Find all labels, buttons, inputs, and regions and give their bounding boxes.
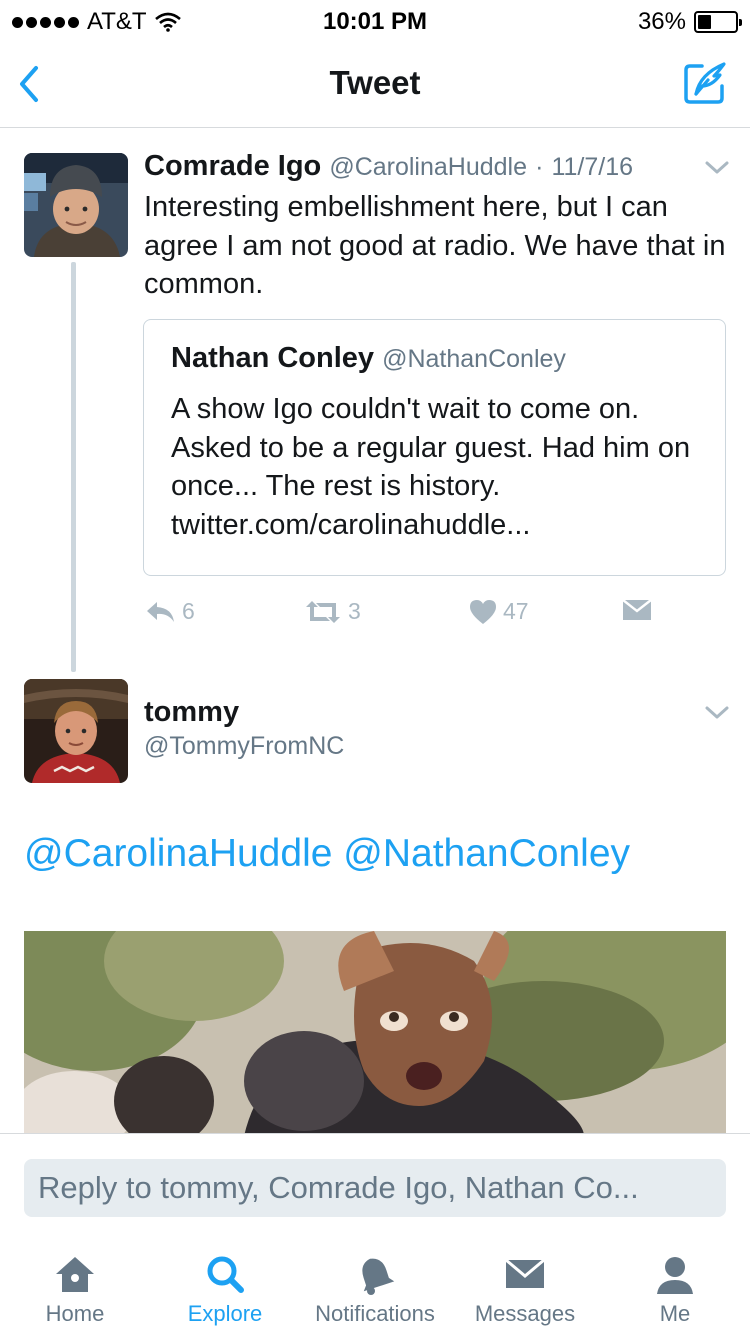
chevron-down-icon[interactable] <box>704 705 730 721</box>
tab-messages[interactable]: Messages <box>450 1234 600 1334</box>
home-icon <box>56 1257 94 1292</box>
retweet-button[interactable]: 3 <box>304 598 361 625</box>
battery-icon <box>694 11 742 33</box>
tab-home[interactable]: Home <box>0 1234 150 1334</box>
mention-link[interactable]: @CarolinaHuddle <box>24 832 332 875</box>
tweet-actions: 6 3 47 <box>144 598 734 634</box>
avatar[interactable] <box>24 153 128 257</box>
bell-icon <box>362 1258 395 1295</box>
reply-bar: Reply to tommy, Comrade Igo, Nathan Co..… <box>0 1133 750 1233</box>
quoted-author-name: Nathan Conley <box>171 342 375 374</box>
reply-icon <box>147 601 174 622</box>
tab-label: Home <box>45 1301 105 1326</box>
author-name[interactable]: tommy <box>144 696 239 729</box>
date-separator: · <box>535 153 544 181</box>
quoted-tweet-header: Nathan Conley @NathanConley <box>171 342 566 375</box>
tweet-text: @CarolinaHuddle @NathanConley <box>24 832 630 876</box>
compose-tweet-button[interactable] <box>682 60 728 106</box>
status-bar: AT&T 10:01 PM 36% <box>0 0 750 40</box>
tab-notifications[interactable]: Notifications <box>300 1234 450 1334</box>
battery-info: 36% <box>637 8 742 36</box>
chevron-down-icon[interactable] <box>704 160 730 176</box>
envelope-icon <box>622 599 652 620</box>
thread-connector-line <box>71 262 76 672</box>
tweet-header: Comrade Igo @CarolinaHuddle · 11/7/16 <box>144 150 633 183</box>
retweet-icon <box>306 600 340 623</box>
tweet-date: 11/7/16 <box>551 153 634 181</box>
reply-count: 6 <box>182 598 195 624</box>
retweet-count: 3 <box>348 598 361 624</box>
like-button[interactable]: 47 <box>469 598 529 625</box>
mention-link[interactable]: @NathanConley <box>343 832 630 875</box>
person-icon <box>657 1257 693 1294</box>
quoted-tweet-text: A show Igo couldn't wait to come on. Ask… <box>171 393 691 541</box>
quoted-tweet[interactable]: Nathan Conley @NathanConley A show Igo c… <box>143 319 726 576</box>
envelope-icon <box>505 1258 545 1288</box>
direct-message-button[interactable] <box>622 598 658 622</box>
tab-bar: Home Explore Notifications Messages Me <box>0 1234 750 1334</box>
compose-quill-icon <box>684 62 726 104</box>
tab-label: Notifications <box>315 1301 435 1326</box>
tab-explore[interactable]: Explore <box>150 1234 300 1334</box>
like-count: 47 <box>503 598 529 624</box>
navigation-bar: Tweet <box>0 40 750 128</box>
page-title: Tweet <box>329 64 421 101</box>
tab-label: Explore <box>187 1301 263 1326</box>
reply-button[interactable]: 6 <box>144 598 195 625</box>
reply-input[interactable]: Reply to tommy, Comrade Igo, Nathan Co..… <box>24 1159 726 1217</box>
tweet-text: Interesting embellishment here, but I ca… <box>144 191 726 300</box>
author-handle[interactable]: @CarolinaHuddle <box>329 153 527 181</box>
heart-icon <box>470 599 496 624</box>
tab-label: Me <box>659 1301 691 1326</box>
quoted-author-handle: @NathanConley <box>382 345 566 373</box>
tab-me[interactable]: Me <box>600 1234 750 1334</box>
author-handle[interactable]: @TommyFromNC <box>144 732 344 761</box>
avatar[interactable] <box>24 679 128 783</box>
tweet-media-gif[interactable] <box>24 931 726 1136</box>
author-name[interactable]: Comrade Igo <box>144 150 321 182</box>
battery-percent: 36% <box>637 8 686 35</box>
search-icon <box>207 1256 244 1293</box>
tab-label: Messages <box>474 1301 576 1326</box>
